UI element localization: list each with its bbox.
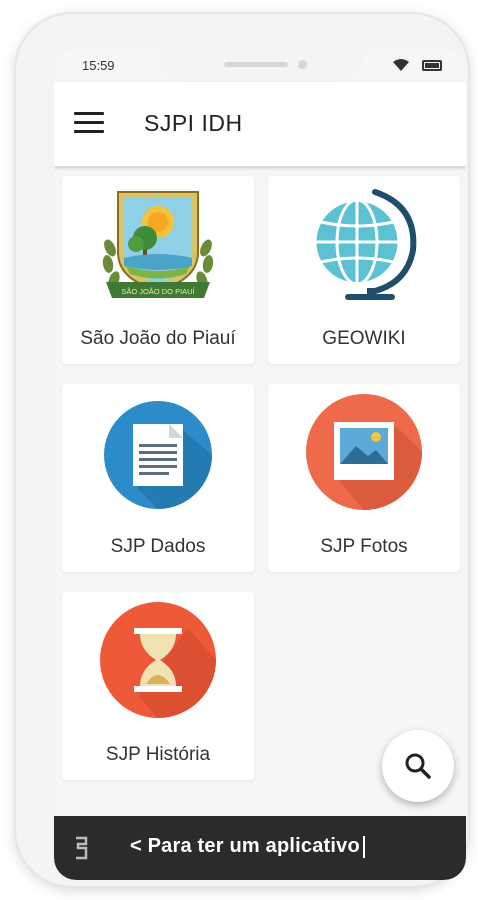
photo-icon [306, 394, 422, 510]
card-sjp-dados[interactable]: SJP Dados [62, 384, 254, 572]
speaker-grille [224, 62, 288, 67]
app-title: SJPI IDH [144, 110, 243, 136]
phone-frame: 15:59 SJPI IDH SÃO JOÃO DO PIAUÍ São Joã… [16, 14, 468, 886]
document-icon [104, 401, 212, 509]
crest-banner-text: SÃO JOÃO DO PIAUÍ [121, 287, 195, 296]
bottom-banner: < Para ter um aplicativo [54, 816, 466, 880]
hourglass-icon [100, 602, 216, 718]
bottom-banner-text[interactable]: < Para ter um aplicativo [130, 835, 365, 858]
phone-notch [158, 50, 364, 82]
front-camera [298, 60, 307, 69]
status-time: 15:59 [82, 58, 115, 73]
search-button[interactable] [382, 730, 454, 802]
globe-icon [313, 189, 417, 300]
status-icons [392, 58, 442, 72]
wifi-icon [393, 59, 409, 71]
card-label: SJP Dados [110, 536, 206, 557]
card-label: SJP Fotos [320, 536, 408, 557]
search-icon [405, 753, 431, 779]
card-sjp-historia[interactable]: SJP História [62, 592, 254, 780]
app-bar: SJPI IDH [54, 82, 466, 166]
battery-icon [422, 59, 442, 71]
menu-icon[interactable] [74, 112, 104, 134]
card-sao-joao-do-piaui[interactable]: SÃO JOÃO DO PIAUÍ São João do Piauí [62, 176, 254, 364]
app-screen: 15:59 SJPI IDH SÃO JOÃO DO PIAUÍ São Joã… [54, 50, 466, 880]
city-crest-icon: SÃO JOÃO DO PIAUÍ [102, 191, 214, 298]
app-logo-icon [76, 836, 88, 860]
card-geowiki[interactable]: GEOWIKI [268, 176, 460, 364]
card-sjp-fotos[interactable]: SJP Fotos [268, 384, 460, 572]
card-label: SJP História [105, 744, 211, 765]
text-cursor [362, 835, 365, 858]
card-label: GEOWIKI [322, 328, 406, 349]
card-label: São João do Piauí [80, 328, 236, 349]
